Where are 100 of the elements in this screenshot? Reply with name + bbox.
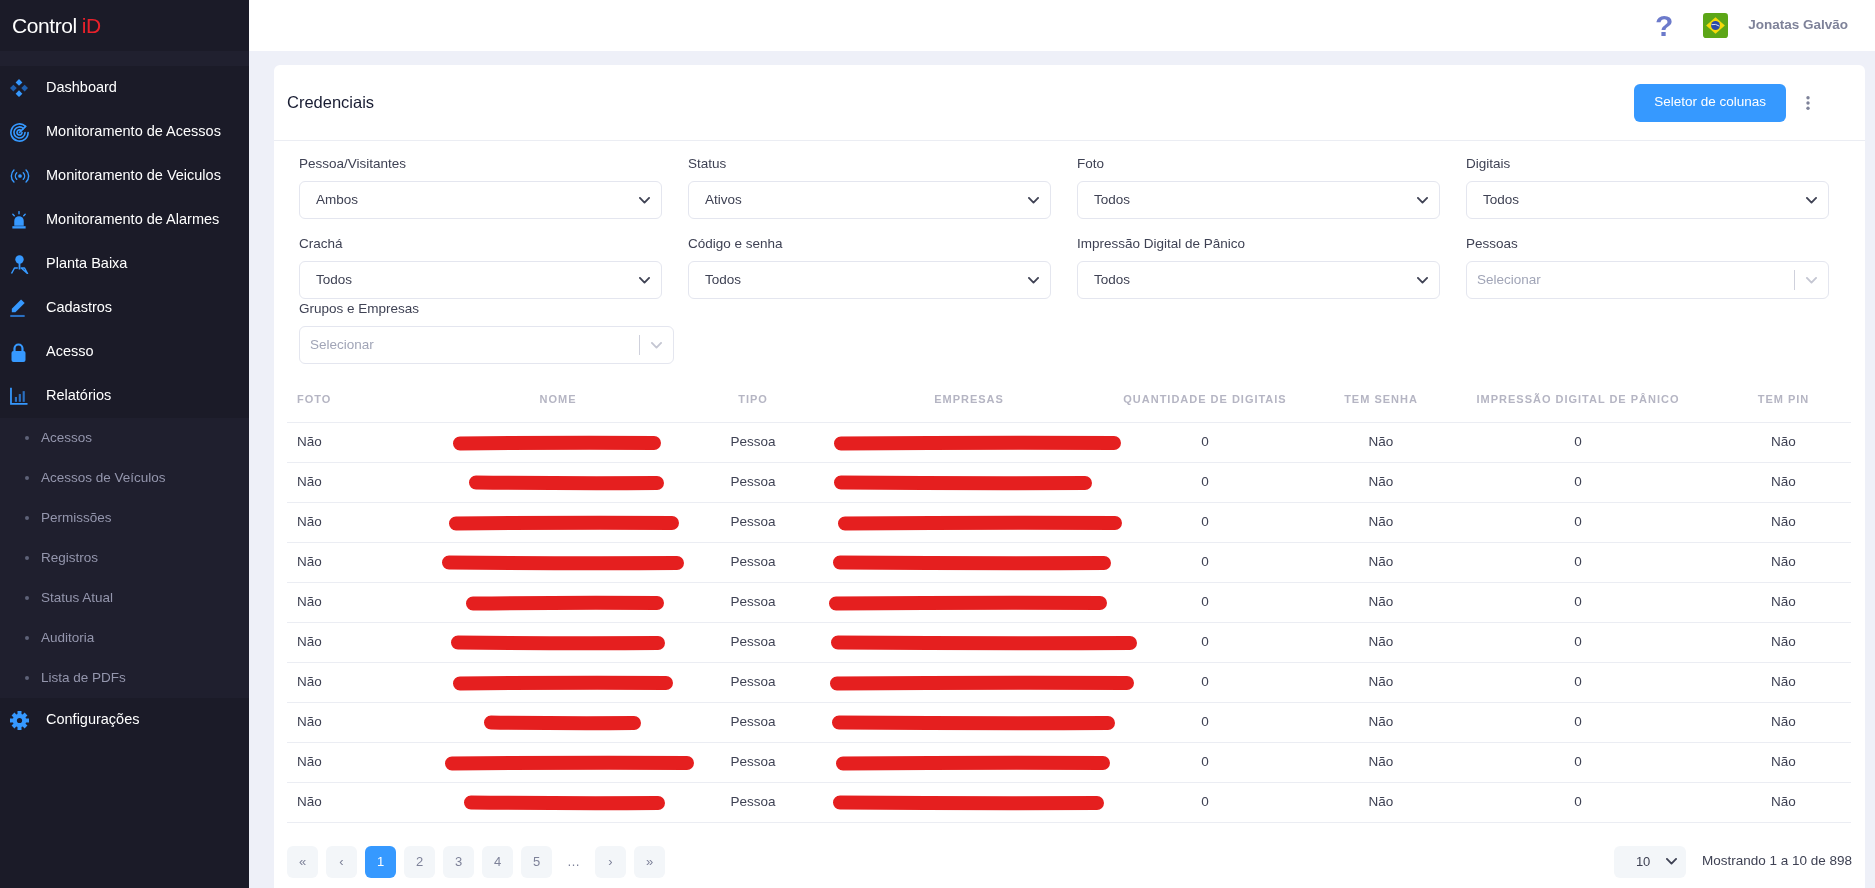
table-cell: 0	[1440, 702, 1716, 742]
table-cell: 0	[1088, 782, 1322, 822]
sidebar-item[interactable]: Monitoramento de Veiculos	[0, 154, 249, 198]
sidebar-item[interactable]: Acesso	[0, 330, 249, 374]
bullet-icon	[25, 636, 29, 640]
map-pin-icon	[10, 254, 29, 274]
page-button[interactable]: 5	[521, 845, 552, 878]
chevron-down-icon	[1806, 276, 1817, 284]
user-name[interactable]: Jonatas Galvão	[1748, 15, 1848, 36]
sidebar-item[interactable]: Cadastros	[0, 286, 249, 330]
table-cell: 0	[1088, 542, 1322, 582]
pagination-ellipsis: …	[566, 852, 581, 871]
column-header: TEM PIN	[1716, 376, 1851, 422]
field-label: Pessoa/Visitantes	[299, 155, 408, 173]
column-header: NOME	[460, 376, 656, 422]
bullet-icon	[25, 596, 29, 600]
table-cell: Não	[287, 582, 460, 622]
table-cell: 0	[1088, 662, 1322, 702]
column-header: TIPO	[656, 376, 850, 422]
bullet-icon	[25, 476, 29, 480]
table-cell: Não	[1716, 702, 1851, 742]
page-button[interactable]: 3	[443, 845, 474, 878]
chevron-down-icon	[639, 276, 650, 284]
submenu-item[interactable]: Permissões	[0, 498, 249, 538]
table-cell: Não	[1322, 422, 1440, 462]
submenu-item[interactable]: Registros	[0, 538, 249, 578]
table-cell: Pessoa	[656, 742, 850, 782]
column-header: QUANTIDADE DE DIGITAIS	[1088, 376, 1322, 422]
table-cell: Não	[1716, 742, 1851, 782]
sidebar-item[interactable]: Configurações	[0, 698, 249, 742]
table-cell: Não	[287, 462, 460, 502]
page-button[interactable]: 2	[404, 845, 435, 878]
sidebar-item[interactable]: Monitoramento de Alarmes	[0, 198, 249, 242]
table-cell: 0	[1440, 542, 1716, 582]
table-cell: Não	[1322, 782, 1440, 822]
submenu-item[interactable]: Lista de PDFs	[0, 658, 249, 698]
page-button[interactable]: 1	[365, 845, 396, 878]
submenu-item[interactable]: Auditoria	[0, 618, 249, 658]
table-cell: Não	[287, 662, 460, 702]
column-selector-button[interactable]: Seletor de colunas	[1634, 83, 1786, 122]
previous-page-button[interactable]: ‹	[326, 845, 357, 878]
field-label: Código e senha	[688, 235, 784, 253]
kebab-menu-icon[interactable]	[1806, 95, 1810, 110]
field-label: Digitais	[1466, 155, 1512, 173]
table-cell: Não	[1322, 662, 1440, 702]
first-page-button[interactable]: «	[287, 845, 318, 878]
last-page-button[interactable]: »	[634, 845, 665, 878]
flag-icon[interactable]	[1703, 13, 1729, 38]
table-cell: 0	[1088, 502, 1322, 542]
table-cell: 0	[1440, 622, 1716, 662]
page-size-select[interactable]: 10	[1613, 845, 1686, 878]
card-title: Credenciais	[287, 92, 375, 114]
select-field[interactable]: Todos	[1077, 261, 1440, 299]
next-page-button[interactable]: ›	[595, 845, 626, 878]
table-cell: Não	[1716, 542, 1851, 582]
chevron-down-icon	[1028, 196, 1039, 204]
table-cell: Pessoa	[656, 702, 850, 742]
column-header: TEM SENHA	[1322, 376, 1440, 422]
logo: Control iD	[12, 15, 101, 36]
table-cell: Não	[287, 742, 460, 782]
pagination-summary: Mostrando 1 a 10 de 898	[1701, 852, 1852, 871]
sidebar-item[interactable]: Relatórios	[0, 374, 249, 418]
field-label: Status	[688, 155, 728, 173]
select-field[interactable]: Todos	[299, 261, 662, 299]
siren-icon	[10, 211, 28, 229]
gear-icon	[10, 710, 29, 730]
select-field[interactable]: Todos	[688, 261, 1051, 299]
bullet-icon	[25, 556, 29, 560]
table-cell: 0	[1440, 462, 1716, 502]
table-cell: 0	[1440, 422, 1716, 462]
help-button[interactable]: ?	[1654, 10, 1674, 41]
table-cell: Não	[1322, 622, 1440, 662]
table-cell: Não	[1716, 622, 1851, 662]
select-field[interactable]: Ativos	[688, 181, 1051, 219]
table-cell: 0	[1088, 582, 1322, 622]
field-label: Crachá	[299, 235, 344, 253]
radar-icon	[10, 122, 29, 142]
table-cell: Pessoa	[656, 462, 850, 502]
table-cell: 0	[1088, 702, 1322, 742]
table-cell: Não	[1322, 462, 1440, 502]
sidebar-item[interactable]: Planta Baixa	[0, 242, 249, 286]
submenu-item[interactable]: Acessos	[0, 418, 249, 458]
table-cell: Pessoa	[656, 502, 850, 542]
table-cell: 0	[1440, 662, 1716, 702]
table-cell: 0	[1440, 742, 1716, 782]
sidebar-item[interactable]: Monitoramento de Acessos	[0, 110, 249, 154]
select-field[interactable]: Todos	[1077, 181, 1440, 219]
submenu-item[interactable]: Acessos de Veículos	[0, 458, 249, 498]
submenu-item[interactable]: Status Atual	[0, 578, 249, 618]
chevron-down-icon	[1665, 858, 1677, 865]
field-label: Foto	[1077, 155, 1105, 173]
table-cell: Não	[1716, 782, 1851, 822]
field-label: Impressão Digital de Pânico	[1077, 235, 1247, 253]
sidebar-item[interactable]: Dashboard	[0, 66, 249, 110]
select-field[interactable]: Ambos	[299, 181, 662, 219]
table-cell: Não	[1322, 502, 1440, 542]
page-button[interactable]: 4	[482, 845, 513, 878]
select-field[interactable]: Todos	[1466, 181, 1829, 219]
table-cell: 0	[1440, 502, 1716, 542]
table-cell: Não	[1716, 502, 1851, 542]
